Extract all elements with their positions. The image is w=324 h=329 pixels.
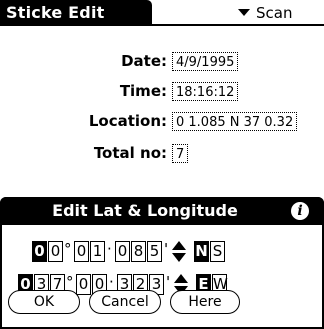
app-title: Sticke Edit [0, 0, 152, 26]
total-field[interactable]: 7 [172, 144, 189, 163]
up-arrow-icon[interactable] [172, 241, 186, 250]
date-row: Date: 4/9/1995 [0, 50, 324, 72]
lat-sec-digit[interactable]: 8 [131, 241, 146, 262]
title-bar: Sticke Edit Scan [0, 0, 324, 26]
location-row: Location: 0 1.085 N 37 0.32 [0, 110, 324, 132]
separator-dot: · [109, 273, 114, 291]
minute-symbol: ' [166, 273, 171, 291]
location-label: Location: [88, 112, 167, 130]
down-arrow-icon[interactable] [172, 253, 186, 262]
dialog-title-bar: Edit Lat & Longitude i [0, 197, 324, 225]
lat-sec-digit[interactable]: 0 [115, 241, 130, 262]
lat-deg-digit[interactable]: 0 [32, 241, 47, 262]
dropdown-triangle-icon [238, 9, 250, 16]
date-label: Date: [121, 52, 167, 70]
category-picker[interactable]: Scan [238, 3, 292, 23]
ok-button[interactable]: OK [8, 290, 80, 314]
degree-symbol: ° [66, 273, 74, 291]
time-field[interactable]: 18:16:12 [172, 82, 239, 101]
minute-symbol: ' [164, 240, 169, 258]
category-picker-label: Scan [256, 4, 293, 22]
lon-min-digit[interactable]: 0 [76, 274, 91, 295]
info-icon[interactable]: i [291, 202, 309, 220]
lat-deg-digit[interactable]: 0 [48, 241, 63, 262]
date-field[interactable]: 4/9/1995 [172, 52, 239, 71]
lat-up-down-arrows-icon[interactable] [172, 241, 186, 263]
location-field[interactable]: 0 1.085 N 37 0.32 [172, 112, 298, 131]
lat-min-digit[interactable]: 0 [74, 241, 89, 262]
time-row: Time: 18:16:12 [0, 80, 324, 102]
lat-hemisphere-s[interactable]: S [210, 241, 225, 262]
separator-dot: · [107, 240, 112, 258]
total-row: Total no: 7 [0, 142, 324, 164]
lat-sec-digit[interactable]: 5 [147, 241, 162, 262]
total-label: Total no: [93, 144, 167, 162]
here-button[interactable]: Here [170, 290, 240, 314]
dialog-title: Edit Lat & Longitude [52, 201, 238, 220]
time-label: Time: [119, 82, 167, 100]
degree-symbol: ° [64, 240, 72, 258]
up-arrow-icon[interactable] [174, 274, 188, 283]
lat-hemisphere-n[interactable]: N [194, 241, 209, 262]
lat-min-digit[interactable]: 1 [90, 241, 105, 262]
cancel-button[interactable]: Cancel [89, 290, 161, 314]
